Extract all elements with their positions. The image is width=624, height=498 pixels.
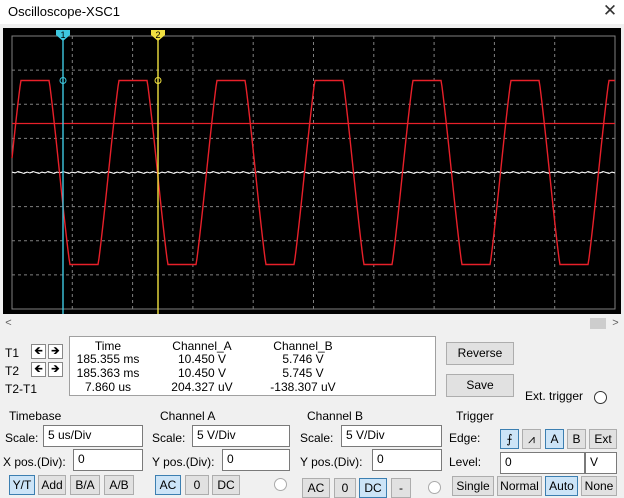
- trigger-edge-label: Edge:: [449, 431, 481, 445]
- channel-b-ac-button[interactable]: AC: [302, 478, 330, 498]
- channel-b-ypos-input[interactable]: 0: [372, 449, 442, 471]
- channel-b-scale-label: Scale:: [300, 431, 334, 445]
- close-icon[interactable]: ✕: [596, 0, 624, 24]
- scroll-left-icon[interactable]: <: [0, 315, 17, 332]
- reverse-button[interactable]: Reverse: [446, 342, 514, 365]
- t2-channel-b: 5.745 V: [282, 366, 324, 380]
- t2-left-arrow-icon[interactable]: 🡸: [31, 362, 46, 377]
- t2-time: 185.363 ms: [76, 366, 140, 380]
- header-channel-a: Channel_A: [172, 339, 232, 353]
- t1-label: T1: [5, 346, 20, 360]
- delta-channel-b: -138.307 uV: [270, 380, 336, 394]
- trigger-level-input[interactable]: 0: [500, 452, 585, 474]
- channel-a-scale-input[interactable]: 5 V/Div: [192, 425, 290, 447]
- t1-channel-b: 5.746 V: [282, 352, 324, 366]
- trigger-source-b-button[interactable]: B: [567, 429, 586, 449]
- mode-ab-button[interactable]: A/B: [104, 475, 134, 495]
- channel-b-title: Channel B: [307, 409, 364, 423]
- trigger-auto-button[interactable]: Auto: [545, 476, 578, 496]
- falling-edge-icon[interactable]: ⩘: [522, 429, 541, 449]
- x-pos-input[interactable]: 0: [73, 449, 143, 471]
- t1-time: 185.355 ms: [76, 352, 140, 366]
- rising-edge-icon[interactable]: ⨍: [500, 429, 519, 449]
- channel-a-ac-button[interactable]: AC: [155, 475, 181, 495]
- channel-a-ypos-label: Y pos.(Div):: [152, 455, 215, 469]
- t2-t1-label: T2-T1: [5, 382, 38, 396]
- channel-a-radio[interactable]: [274, 478, 287, 491]
- trigger-single-button[interactable]: Single: [452, 476, 494, 496]
- ext-trigger-radio[interactable]: [594, 391, 607, 404]
- channel-a-ypos-input[interactable]: 0: [222, 449, 290, 471]
- scope-display[interactable]: 1 2: [3, 28, 621, 314]
- channel-b-invert-button[interactable]: -: [391, 478, 411, 498]
- trigger-none-button[interactable]: None: [581, 476, 617, 496]
- channel-b-radio[interactable]: [428, 481, 441, 494]
- channel-a-dc-button[interactable]: DC: [212, 475, 240, 495]
- trigger-title: Trigger: [456, 409, 494, 423]
- header-channel-b: Channel_B: [273, 339, 333, 353]
- channel-a-scale-label: Scale:: [152, 431, 186, 445]
- mode-add-button[interactable]: Add: [38, 475, 66, 495]
- delta-channel-a: 204.327 uV: [171, 380, 233, 394]
- scroll-right-icon[interactable]: >: [607, 315, 624, 332]
- horizontal-scrollbar[interactable]: < >: [0, 315, 624, 332]
- channel-b-trace: [11, 170, 616, 175]
- cursor-2-label: 2: [155, 30, 160, 40]
- window-title: Oscilloscope-XSC1: [8, 4, 120, 19]
- x-pos-label: X pos.(Div):: [3, 455, 66, 469]
- trigger-level-label: Level:: [449, 455, 482, 469]
- timebase-scale-input[interactable]: 5 us/Div: [43, 425, 143, 447]
- trigger-level-unit[interactable]: V: [585, 452, 617, 474]
- channel-b-ypos-label: Y pos.(Div):: [300, 455, 363, 469]
- mode-yt-button[interactable]: Y/T: [9, 475, 35, 495]
- timebase-title: Timebase: [9, 409, 62, 423]
- measurement-readout: Time Channel_A Channel_B 185.355 ms 10.4…: [69, 336, 436, 396]
- t2-right-arrow-icon[interactable]: 🡺: [48, 362, 63, 377]
- channel-b-zero-button[interactable]: 0: [334, 478, 356, 498]
- trigger-source-ext-button[interactable]: Ext: [589, 429, 617, 449]
- t1-left-arrow-icon[interactable]: 🡸: [31, 344, 46, 359]
- ext-trigger-label: Ext. trigger: [525, 389, 584, 403]
- delta-time: 7.860 us: [84, 380, 132, 394]
- channel-a-title: Channel A: [160, 409, 216, 423]
- mode-ba-button[interactable]: B/A: [70, 475, 100, 495]
- trigger-source-a-button[interactable]: A: [545, 429, 564, 449]
- t1-right-arrow-icon[interactable]: 🡺: [48, 344, 63, 359]
- channel-b-dc-button[interactable]: DC: [359, 478, 387, 498]
- timebase-scale-label: Scale:: [5, 431, 39, 445]
- trigger-normal-button[interactable]: Normal: [497, 476, 542, 496]
- header-time: Time: [94, 339, 122, 353]
- oscilloscope-screen[interactable]: 1 2: [3, 28, 621, 314]
- t2-channel-a: 10.450 V: [177, 366, 227, 380]
- channel-b-scale-input[interactable]: 5 V/Div: [341, 425, 442, 447]
- cursor-1-label: 1: [60, 30, 65, 40]
- t1-channel-a: 10.450 V: [177, 352, 227, 366]
- save-button[interactable]: Save: [446, 374, 514, 397]
- scroll-thumb[interactable]: [590, 318, 606, 329]
- t2-label: T2: [5, 364, 20, 378]
- channel-a-zero-button[interactable]: 0: [185, 475, 209, 495]
